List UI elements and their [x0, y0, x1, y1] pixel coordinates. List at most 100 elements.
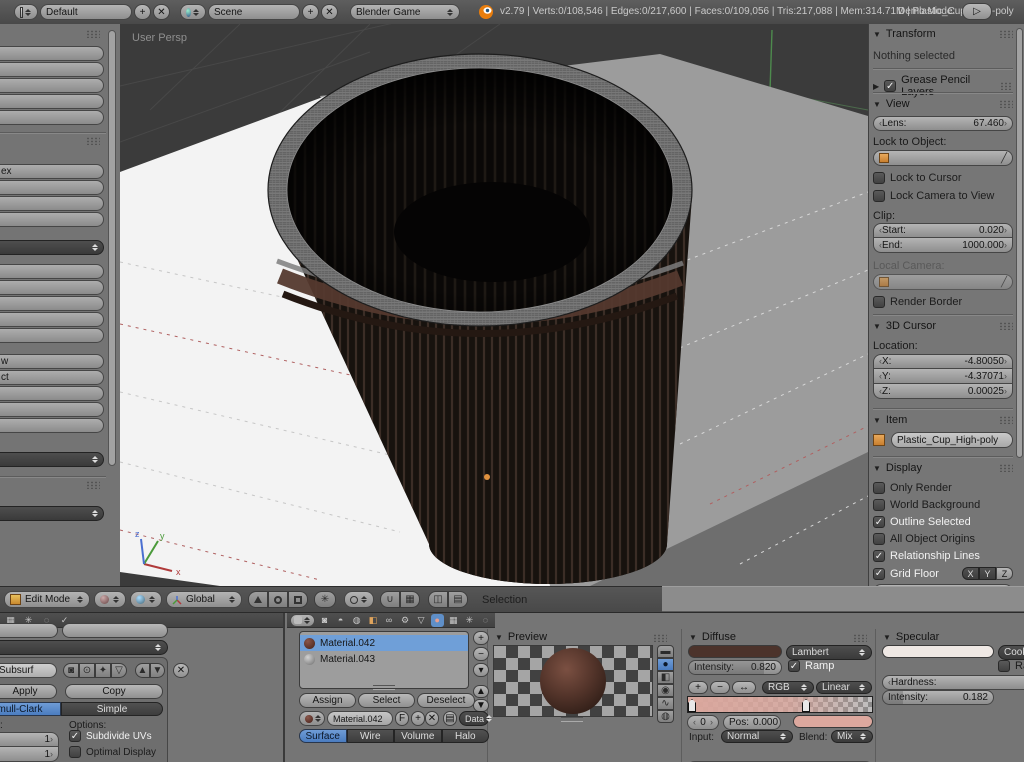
diffuse-panel-header[interactable]: ▼Diffuse — [689, 631, 736, 643]
panel-drag-dots[interactable] — [1000, 82, 1013, 90]
add-slot-button[interactable]: + — [473, 631, 489, 645]
material-browse-button[interactable] — [299, 711, 325, 726]
grid-z-toggle[interactable]: Z — [996, 567, 1013, 580]
checkbox[interactable] — [873, 568, 885, 580]
3d-cursor-panel-header[interactable]: ▼3D Cursor — [873, 320, 1013, 332]
specular-hardness-slider[interactable]: ‹Hardness: — [882, 675, 1024, 690]
preview-flat-button[interactable]: ▬ — [657, 645, 674, 658]
tool-button[interactable] — [0, 328, 104, 343]
tool-button[interactable] — [0, 212, 104, 227]
pin-id-button[interactable]: ▤ — [443, 711, 457, 726]
cage-visibility-icon[interactable]: ▽ — [111, 663, 127, 678]
unlink-material-button[interactable]: ✕ — [425, 711, 439, 726]
grid-y-toggle[interactable]: Y — [979, 567, 996, 580]
grid-floor-option[interactable]: Grid Floor X Y Z — [873, 567, 1013, 580]
ramp-stop-position-field[interactable]: Pos:0.000 — [723, 715, 781, 730]
world-background-option[interactable]: World Background — [873, 499, 1013, 511]
particles-tab-icon[interactable]: ✳ — [463, 614, 476, 627]
material-tab-icon[interactable]: ● — [431, 614, 444, 627]
specular-shader-select[interactable]: CookTorr — [998, 645, 1024, 660]
view-subdivisions-field[interactable]: 1› — [0, 732, 59, 747]
deselect-button[interactable]: Deselect — [417, 693, 475, 708]
cursor-z-field[interactable]: ‹Z:0.00025› — [873, 384, 1013, 399]
tool-dropdown[interactable] — [0, 506, 104, 521]
mode-select[interactable]: Edit Mode — [4, 591, 90, 608]
checkbox[interactable] — [788, 660, 800, 672]
tool-button[interactable] — [0, 386, 104, 401]
delete-modifier-button[interactable]: ✕ — [173, 663, 189, 678]
scene-icon-button[interactable] — [180, 4, 206, 20]
tool-dropdown[interactable] — [0, 240, 104, 255]
clipped-button[interactable] — [0, 623, 58, 638]
slot-specials-menu[interactable]: ▾ — [473, 663, 489, 677]
editmode-visibility-icon[interactable]: ✦ — [95, 663, 111, 678]
tool-button[interactable] — [0, 312, 104, 327]
subdivide-uvs-option[interactable]: Subdivide UVs — [69, 730, 152, 742]
proportional-edit-select[interactable] — [344, 591, 374, 608]
item-panel-header[interactable]: ▼Item — [873, 414, 1013, 426]
only-render-option[interactable]: Only Render — [873, 482, 1013, 494]
wire-type-button[interactable]: Wire — [347, 729, 395, 743]
flip-ramp-button[interactable]: ↔ — [732, 681, 756, 694]
tool-button[interactable]: ex — [0, 164, 104, 179]
move-up-icon[interactable]: ▲ — [135, 663, 150, 678]
tool-button[interactable] — [0, 46, 104, 61]
preview-hair-button[interactable]: ∿ — [657, 697, 674, 710]
layout-icon-button[interactable] — [14, 4, 38, 20]
tool-button[interactable] — [0, 180, 104, 195]
modifier-name-field[interactable]: Subsurf — [0, 663, 57, 678]
grease-pencil-checkbox[interactable] — [884, 80, 896, 92]
tool-button[interactable]: w — [0, 354, 104, 369]
clip-start-field[interactable]: ‹Start:0.020› — [873, 223, 1013, 238]
item-name-field[interactable]: Plastic_Cup_High-poly — [891, 432, 1013, 448]
panel-drag-dots[interactable] — [999, 30, 1013, 38]
opengl-render-anim-button[interactable]: ▤ — [448, 591, 468, 608]
tool-button[interactable] — [0, 196, 104, 211]
preview-panel-header[interactable]: ▼Preview — [495, 631, 547, 643]
diffuse-color-swatch[interactable] — [688, 645, 782, 658]
checkbox[interactable] — [873, 482, 885, 494]
rotate-manipulator-button[interactable] — [268, 591, 288, 608]
checkbox[interactable] — [873, 172, 885, 184]
view-panel-header[interactable]: ▼View — [873, 98, 1013, 110]
transform-panel-header[interactable]: ▼Transform — [873, 28, 1013, 40]
grid-lines-field[interactable]: ‹Lines:16› — [873, 584, 1013, 586]
assign-button[interactable]: Assign — [299, 693, 356, 708]
tool-button[interactable] — [0, 296, 104, 311]
ramp-blend-select[interactable]: Mix — [831, 730, 873, 743]
ramp-stop-handle[interactable] — [688, 699, 696, 712]
checkbox[interactable] — [69, 746, 81, 758]
outline-selected-option[interactable]: Outline Selected — [873, 516, 1013, 528]
diffuse-shader-select[interactable]: Lambert — [786, 645, 872, 660]
panel-drag-dots[interactable] — [999, 322, 1013, 330]
add-ramp-stop-button[interactable]: + — [688, 681, 708, 694]
tool-button[interactable]: ct — [0, 370, 104, 385]
translate-manipulator-button[interactable] — [248, 591, 268, 608]
object-tab-icon[interactable]: ◧ — [366, 614, 379, 627]
sidebar-scrollbar[interactable] — [1016, 28, 1023, 458]
checkbox[interactable] — [873, 550, 885, 562]
material-name-field[interactable]: Material.042 — [327, 711, 393, 726]
ramp-input-select[interactable]: Normal — [721, 730, 793, 743]
3d-viewport[interactable]: User Persp x y z — [120, 24, 868, 586]
preview-resize-grip[interactable] — [561, 717, 583, 722]
preview-cube-button[interactable]: ◧ — [657, 671, 674, 684]
tool-button[interactable] — [0, 78, 104, 93]
tool-button[interactable] — [0, 402, 104, 417]
display-panel-header[interactable]: ▼Display — [873, 462, 1013, 474]
checkbox[interactable] — [69, 730, 81, 742]
delete-layout-button[interactable]: ✕ — [153, 4, 170, 20]
local-camera-field[interactable]: ╱ — [873, 274, 1013, 290]
remove-ramp-stop-button[interactable]: − — [710, 681, 730, 694]
halo-type-button[interactable]: Halo — [442, 729, 490, 743]
checkbox[interactable] — [873, 190, 885, 202]
specular-intensity-slider[interactable]: Intensity:0.182 — [882, 690, 994, 705]
panel-drag-dots[interactable] — [999, 464, 1013, 472]
physics-tab-icon[interactable]: ◌ — [479, 614, 492, 627]
snap-magnet-button[interactable]: ∪ — [380, 591, 400, 608]
clip-end-field[interactable]: ‹End:1000.000› — [873, 238, 1013, 253]
panel-drag-dots[interactable] — [999, 416, 1013, 424]
volume-type-button[interactable]: Volume — [394, 729, 442, 743]
transform-orientation-select[interactable]: Global — [166, 591, 242, 608]
manipulator-mode-button[interactable]: ✳ — [314, 591, 336, 608]
